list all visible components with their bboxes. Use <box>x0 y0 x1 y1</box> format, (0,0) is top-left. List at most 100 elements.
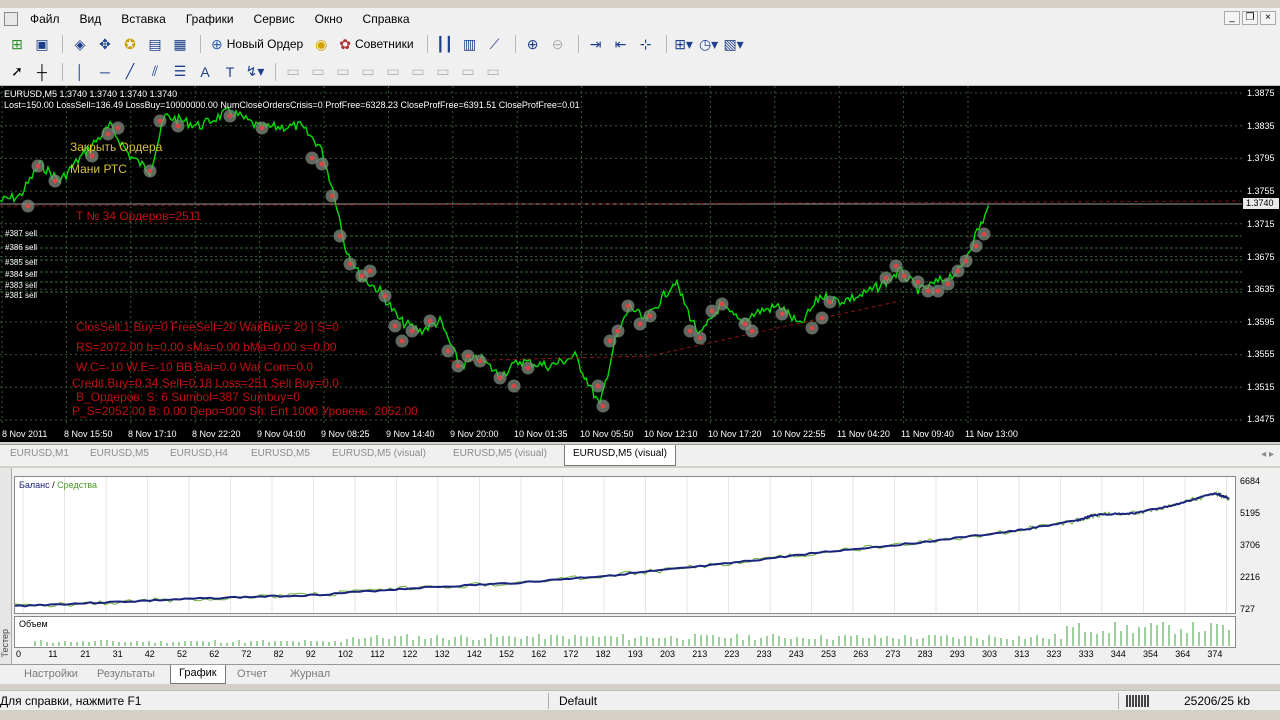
coin-icon: ◉ <box>315 35 328 52</box>
terminal-button[interactable]: ▤ <box>144 33 166 55</box>
x-tick: 344 <box>1110 649 1126 659</box>
text-icon: A <box>200 63 210 80</box>
menu-charts[interactable]: Графики <box>176 12 244 26</box>
x-tick: 283 <box>917 649 933 659</box>
order-marker-arrow <box>945 281 951 287</box>
zoom-in-button[interactable]: ⊕ <box>522 33 544 55</box>
expert-advisors-button[interactable]: ✿ Советники <box>335 33 417 55</box>
chart-tab[interactable]: EURUSD,H4 <box>170 448 228 459</box>
menu-file[interactable]: Файл <box>20 12 70 26</box>
minimize-button[interactable]: _ <box>1224 11 1240 25</box>
x-tick: 364 <box>1175 649 1191 659</box>
order-marker-arrow <box>259 125 265 131</box>
tab-results[interactable]: Результаты <box>97 668 155 680</box>
chart-overlay-text: T № 34 Ордеров=2511 <box>76 209 202 223</box>
tab-scroll-arrows-icon[interactable]: ◂ ▸ <box>1261 449 1274 460</box>
order-marker-arrow <box>409 328 415 334</box>
time-tick: 11 Nov 04:20 <box>837 429 890 439</box>
bar-chart-button[interactable]: ┃┃ <box>434 33 456 55</box>
advisors-label: Советники <box>354 37 414 51</box>
period-icon: ▭ <box>411 63 425 79</box>
tab-graph[interactable]: График <box>170 665 226 684</box>
period-h4-button[interactable]: ▭ <box>407 61 429 83</box>
menu-insert[interactable]: Вставка <box>111 12 176 26</box>
period-m1-button[interactable]: ▭ <box>282 61 304 83</box>
toolbar-separator <box>514 35 516 53</box>
menu-window[interactable]: Окно <box>305 12 353 26</box>
cursor-button[interactable]: ➚ <box>6 61 28 83</box>
period-mn-button[interactable]: ▭ <box>482 61 504 83</box>
chart-overlay-text: W.C=-10 W.E=-10 BB Bal=0.0 Wat Com=0.0 <box>76 360 313 374</box>
new-order-label: Новый Ордер <box>226 37 304 51</box>
text-button[interactable]: A <box>194 61 216 83</box>
plus-icon: ⊞ <box>11 35 23 52</box>
price-tick: 1.3795 <box>1247 153 1275 163</box>
period-m15-button[interactable]: ▭ <box>332 61 354 83</box>
period-h1-button[interactable]: ▭ <box>382 61 404 83</box>
tab-journal[interactable]: Журнал <box>290 668 330 680</box>
line-chart-button[interactable]: ⟋ <box>484 33 506 55</box>
menu-tools[interactable]: Сервис <box>244 12 305 26</box>
auto-scroll-button[interactable]: ⇥ <box>585 33 607 55</box>
menu-help[interactable]: Справка <box>353 12 420 26</box>
periods-button[interactable]: ◷▾ <box>698 33 720 55</box>
window-controls: _ ❐ × <box>1224 11 1276 25</box>
tab-report[interactable]: Отчет <box>237 668 267 680</box>
chart-tab[interactable]: EURUSD,M5 (visual) <box>453 448 547 459</box>
period-w1-button[interactable]: ▭ <box>457 61 479 83</box>
tester-button[interactable]: ▦ <box>169 33 191 55</box>
status-help-text: Для справки, нажмите F1 <box>0 694 142 708</box>
chart-tab[interactable]: EURUSD,M5 <box>90 448 149 459</box>
arrows-button[interactable]: ↯▾ <box>244 61 266 83</box>
chart-tab[interactable]: EURUSD,M1 <box>10 448 69 459</box>
period-m30-button[interactable]: ▭ <box>357 61 379 83</box>
document-icon[interactable] <box>4 12 18 26</box>
order-marker-arrow <box>687 328 693 334</box>
order-marker-arrow <box>465 353 471 359</box>
restore-button[interactable]: ❐ <box>1242 11 1258 25</box>
candlestick-button[interactable]: ▥ <box>459 33 481 55</box>
period-d1-button[interactable]: ▭ <box>432 61 454 83</box>
navigator-button[interactable]: ✪ <box>119 33 141 55</box>
vertical-line-button[interactable]: │ <box>69 61 91 83</box>
price-tick: 1.3475 <box>1247 414 1275 424</box>
x-tick: 62 <box>209 649 220 659</box>
price-chart[interactable]: EURUSD,M5 1.3740 1.3740 1.3740 1.3740 Lo… <box>0 86 1280 442</box>
fibonacci-button[interactable]: ☰ <box>169 61 191 83</box>
tester-side-label: Тестер <box>0 629 10 658</box>
market-watch-button[interactable]: ◈ <box>69 33 91 55</box>
crosshair-button[interactable]: ┼ <box>31 61 53 83</box>
indicators-list-button[interactable]: ⊞▾ <box>673 33 695 55</box>
tab-settings[interactable]: Настройки <box>24 668 78 680</box>
close-button[interactable]: × <box>1260 11 1276 25</box>
metaeditor-button[interactable]: ◉ <box>310 33 332 55</box>
profiles-button[interactable]: ▣ <box>31 33 53 55</box>
profiles-icon: ▣ <box>35 35 49 52</box>
menu-view[interactable]: Вид <box>70 12 112 26</box>
new-chart-button[interactable]: ⊞ <box>6 33 28 55</box>
text-label-button[interactable]: T <box>219 61 241 83</box>
chart-tab[interactable]: EURUSD,M5 <box>251 448 310 459</box>
chart-tab[interactable]: EURUSD,M5 (visual) <box>332 448 426 459</box>
order-marker-arrow <box>309 155 315 161</box>
zoom-out-button[interactable]: ⊖ <box>547 33 569 55</box>
order-marker-arrow <box>175 123 181 129</box>
channel-button[interactable]: ⫽ <box>144 61 166 83</box>
chart-shift-button[interactable]: ⇤ <box>610 33 632 55</box>
horizontal-line-button[interactable]: ─ <box>94 61 116 83</box>
tester-side-bar[interactable]: Тестер <box>0 468 12 664</box>
candlestick-icon: ▥ <box>462 35 477 52</box>
balance-legend-label: Баланс <box>19 480 50 490</box>
period-m5-button[interactable]: ▭ <box>307 61 329 83</box>
trendline-button[interactable]: ╱ <box>119 61 141 83</box>
x-tick: 223 <box>724 649 740 659</box>
indicators-button[interactable]: ⊹ <box>635 33 657 55</box>
data-window-button[interactable]: ✥ <box>94 33 116 55</box>
templates-button[interactable]: ▧▾ <box>723 33 745 55</box>
chart-tab-active[interactable]: EURUSD,M5 (visual) <box>564 445 676 466</box>
new-order-button[interactable]: ⊕ Новый Ордер <box>207 33 307 55</box>
period-icon: ▭ <box>286 63 300 79</box>
order-marker-arrow <box>637 321 643 327</box>
order-marker-arrow <box>382 293 388 299</box>
price-chart-plot[interactable] <box>0 86 1242 426</box>
